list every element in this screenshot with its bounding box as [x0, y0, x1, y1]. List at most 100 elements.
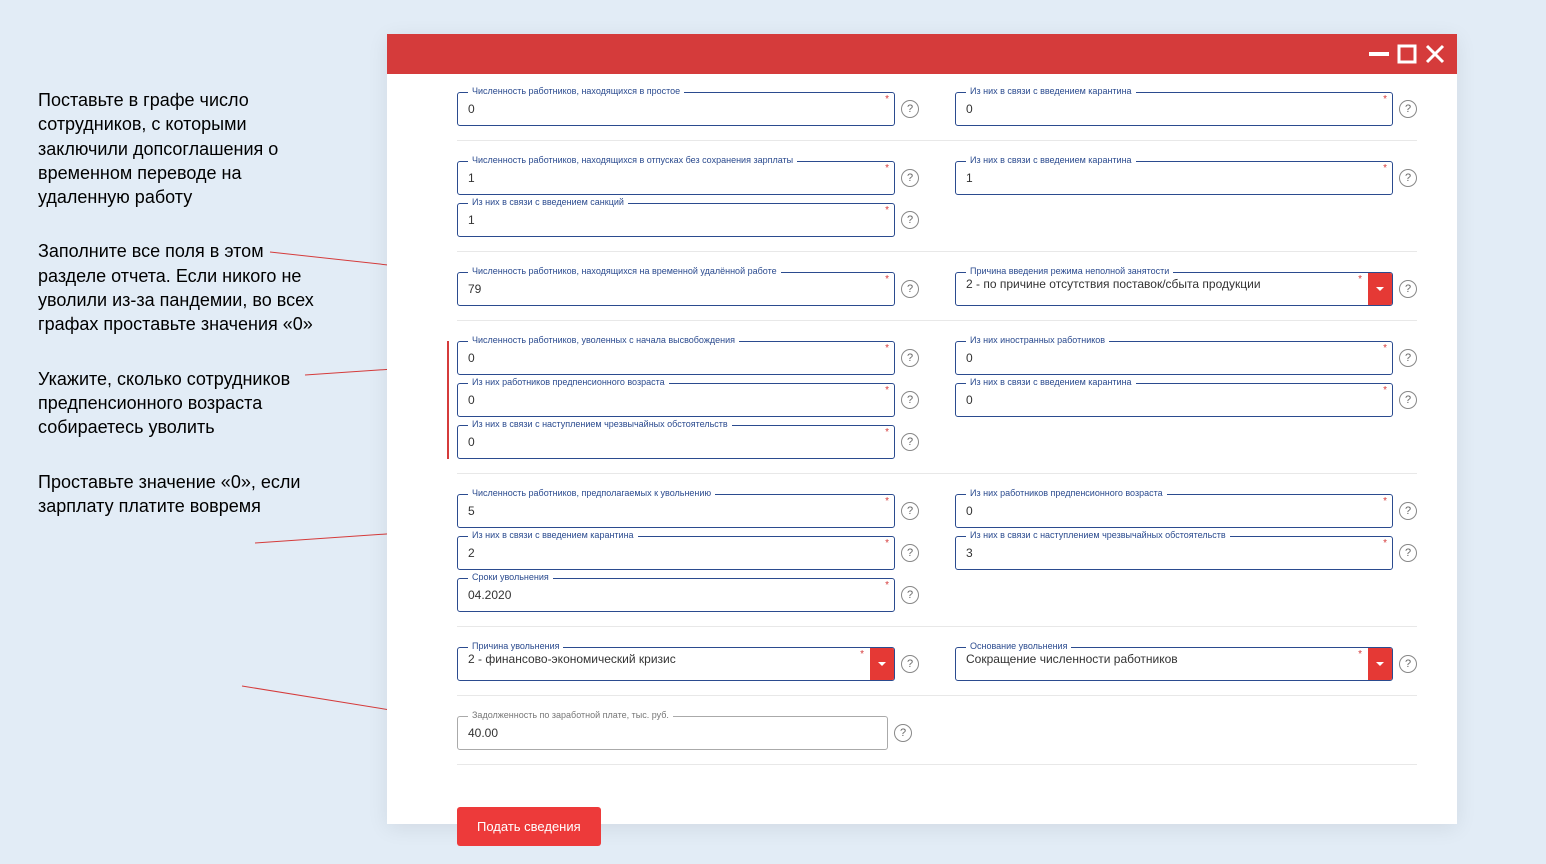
help-icon[interactable]: ?: [1399, 100, 1417, 118]
divider: [457, 473, 1417, 474]
chevron-down-icon[interactable]: [1368, 648, 1392, 680]
dismiss-dates-field[interactable]: Сроки увольнения *: [457, 578, 895, 612]
chevron-down-icon[interactable]: [870, 648, 894, 680]
required-star: *: [1358, 650, 1362, 660]
help-icon[interactable]: ?: [901, 433, 919, 451]
help-icon[interactable]: ?: [901, 280, 919, 298]
help-icon[interactable]: ?: [1399, 391, 1417, 409]
help-icon[interactable]: ?: [901, 349, 919, 367]
required-star: *: [1383, 164, 1387, 174]
unpaid-leave-field[interactable]: Численность работников, находящихся в от…: [457, 161, 895, 195]
required-star: *: [885, 497, 889, 507]
help-icon[interactable]: ?: [901, 586, 919, 604]
unpaid-leave-quarantine-input[interactable]: [956, 162, 1392, 194]
salary-debt-field[interactable]: Задолженность по заработной плате, тыс. …: [457, 716, 888, 750]
unpaid-leave-input[interactable]: [458, 162, 894, 194]
annotation-2: Заполните все поля в этом разделе отчета…: [38, 239, 328, 336]
field-label: Численность работников, предполагаемых к…: [468, 488, 715, 498]
sanctions-input[interactable]: [458, 204, 894, 236]
dismissed-emergency-field[interactable]: Из них в связи с наступлением чрезвычайн…: [457, 425, 895, 459]
help-icon[interactable]: ?: [901, 211, 919, 229]
field-label: Основание увольнения: [966, 641, 1071, 651]
dismissed-prepension-input[interactable]: [458, 384, 894, 416]
annotations-panel: Поставьте в графе число сотрудников, с к…: [38, 88, 328, 548]
dismiss-dates-input[interactable]: [458, 579, 894, 611]
required-star: *: [1383, 539, 1387, 549]
minimize-icon[interactable]: [1369, 44, 1389, 64]
titlebar: [387, 34, 1457, 74]
required-star: *: [885, 539, 889, 549]
help-icon[interactable]: ?: [1399, 349, 1417, 367]
maximize-icon[interactable]: [1397, 44, 1417, 64]
submit-button[interactable]: Подать сведения: [457, 807, 601, 846]
dismissed-foreign-field[interactable]: Из них иностранных работников *: [955, 341, 1393, 375]
field-label: Численность работников, находящихся на в…: [468, 266, 781, 276]
help-icon[interactable]: ?: [1399, 280, 1417, 298]
field-label: Из них в связи с введением карантина: [966, 377, 1136, 387]
required-star: *: [885, 386, 889, 396]
close-icon[interactable]: [1425, 44, 1445, 64]
planned-quarantine-field[interactable]: Из них в связи с введением карантина *: [457, 536, 895, 570]
field-label: Из них работников предпенсионного возрас…: [966, 488, 1167, 498]
remote-input[interactable]: [458, 273, 894, 305]
required-star: *: [1383, 344, 1387, 354]
planned-dismiss-input[interactable]: [458, 495, 894, 527]
salary-debt-input[interactable]: [458, 717, 887, 749]
required-star: *: [885, 275, 889, 285]
sanctions-field[interactable]: Из них в связи с введением санкций *: [457, 203, 895, 237]
help-icon[interactable]: ?: [901, 100, 919, 118]
dismiss-reason-field[interactable]: Причина увольнения 2 - финансово-экономи…: [457, 647, 895, 681]
help-icon[interactable]: ?: [901, 169, 919, 187]
required-star: *: [1358, 275, 1362, 285]
help-icon[interactable]: ?: [1399, 502, 1417, 520]
field-label: Численность работников, находящихся в пр…: [468, 86, 684, 96]
help-icon[interactable]: ?: [1399, 169, 1417, 187]
planned-quarantine-input[interactable]: [458, 537, 894, 569]
parttime-reason-field[interactable]: Причина введения режима неполной занятос…: [955, 272, 1393, 306]
idle-quarantine-field[interactable]: Из них в связи с введением карантина *: [955, 92, 1393, 126]
planned-prepension-field[interactable]: Из них работников предпенсионного возрас…: [955, 494, 1393, 528]
help-icon[interactable]: ?: [1399, 544, 1417, 562]
unpaid-leave-quarantine-field[interactable]: Из них в связи с введением карантина *: [955, 161, 1393, 195]
help-icon[interactable]: ?: [901, 391, 919, 409]
idle-count-field[interactable]: Численность работников, находящихся в пр…: [457, 92, 895, 126]
field-label: Причина увольнения: [468, 641, 563, 651]
planned-prepension-input[interactable]: [956, 495, 1392, 527]
divider: [457, 764, 1417, 765]
dismissed-emergency-input[interactable]: [458, 426, 894, 458]
dismiss-basis-field[interactable]: Основание увольнения Сокращение численно…: [955, 647, 1393, 681]
field-label: Из них в связи с введением карантина: [966, 86, 1136, 96]
required-star: *: [885, 164, 889, 174]
annotation-1: Поставьте в графе число сотрудников, с к…: [38, 88, 328, 209]
app-window: Численность работников, находящихся в пр…: [387, 34, 1457, 824]
required-star: *: [885, 95, 889, 105]
field-label: Из них в связи с введением карантина: [966, 155, 1136, 165]
dismiss-reason-value: 2 - финансово-экономический кризис: [458, 648, 870, 680]
help-icon[interactable]: ?: [1399, 655, 1417, 673]
planned-dismiss-field[interactable]: Численность работников, предполагаемых к…: [457, 494, 895, 528]
field-label: Из них в связи с введением карантина: [468, 530, 638, 540]
planned-emergency-field[interactable]: Из них в связи с наступлением чрезвычайн…: [955, 536, 1393, 570]
divider: [457, 320, 1417, 321]
dismiss-basis-value: Сокращение численности работников: [956, 648, 1368, 680]
remote-field[interactable]: Численность работников, находящихся на в…: [457, 272, 895, 306]
idle-count-input[interactable]: [458, 93, 894, 125]
planned-emergency-input[interactable]: [956, 537, 1392, 569]
dismissed-foreign-input[interactable]: [956, 342, 1392, 374]
idle-quarantine-input[interactable]: [956, 93, 1392, 125]
dismissed-input[interactable]: [458, 342, 894, 374]
help-icon[interactable]: ?: [901, 655, 919, 673]
required-star: *: [1383, 497, 1387, 507]
dismissed-quarantine-input[interactable]: [956, 384, 1392, 416]
chevron-down-icon[interactable]: [1368, 273, 1392, 305]
dismissed-group: Численность работников, уволенных с нача…: [447, 341, 919, 459]
help-icon[interactable]: ?: [894, 724, 912, 742]
field-label: Из них работников предпенсионного возрас…: [468, 377, 669, 387]
dismissed-quarantine-field[interactable]: Из них в связи с введением карантина *: [955, 383, 1393, 417]
annotation-3: Укажите, сколько сотрудников предпенсион…: [38, 367, 328, 440]
required-star: *: [885, 344, 889, 354]
dismissed-prepension-field[interactable]: Из них работников предпенсионного возрас…: [457, 383, 895, 417]
help-icon[interactable]: ?: [901, 502, 919, 520]
help-icon[interactable]: ?: [901, 544, 919, 562]
dismissed-field[interactable]: Численность работников, уволенных с нача…: [457, 341, 895, 375]
